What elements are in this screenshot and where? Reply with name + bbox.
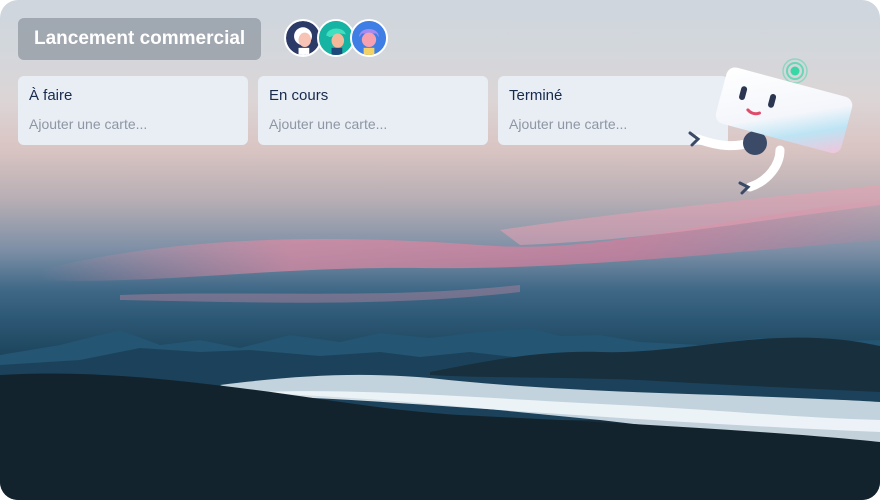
signal-icon [782,58,808,84]
list-in-progress: En cours Ajouter une carte... [258,76,488,145]
person-icon [286,21,320,55]
list-title[interactable]: À faire [29,87,237,104]
robot-mascot-icon [688,58,853,195]
person-icon [352,21,386,55]
avatar-member-3[interactable] [350,19,388,57]
add-card-button[interactable]: Ajouter une carte... [269,116,477,132]
list-title[interactable]: En cours [269,87,477,104]
cloud-band-3 [120,285,520,303]
person-icon [319,21,353,55]
add-card-button[interactable]: Ajouter une carte... [29,116,237,132]
board-canvas: Lancement commercial À faire Ajouter une… [0,0,880,500]
board-title[interactable]: Lancement commercial [18,18,262,60]
list-todo: À faire Ajouter une carte... [18,76,248,145]
